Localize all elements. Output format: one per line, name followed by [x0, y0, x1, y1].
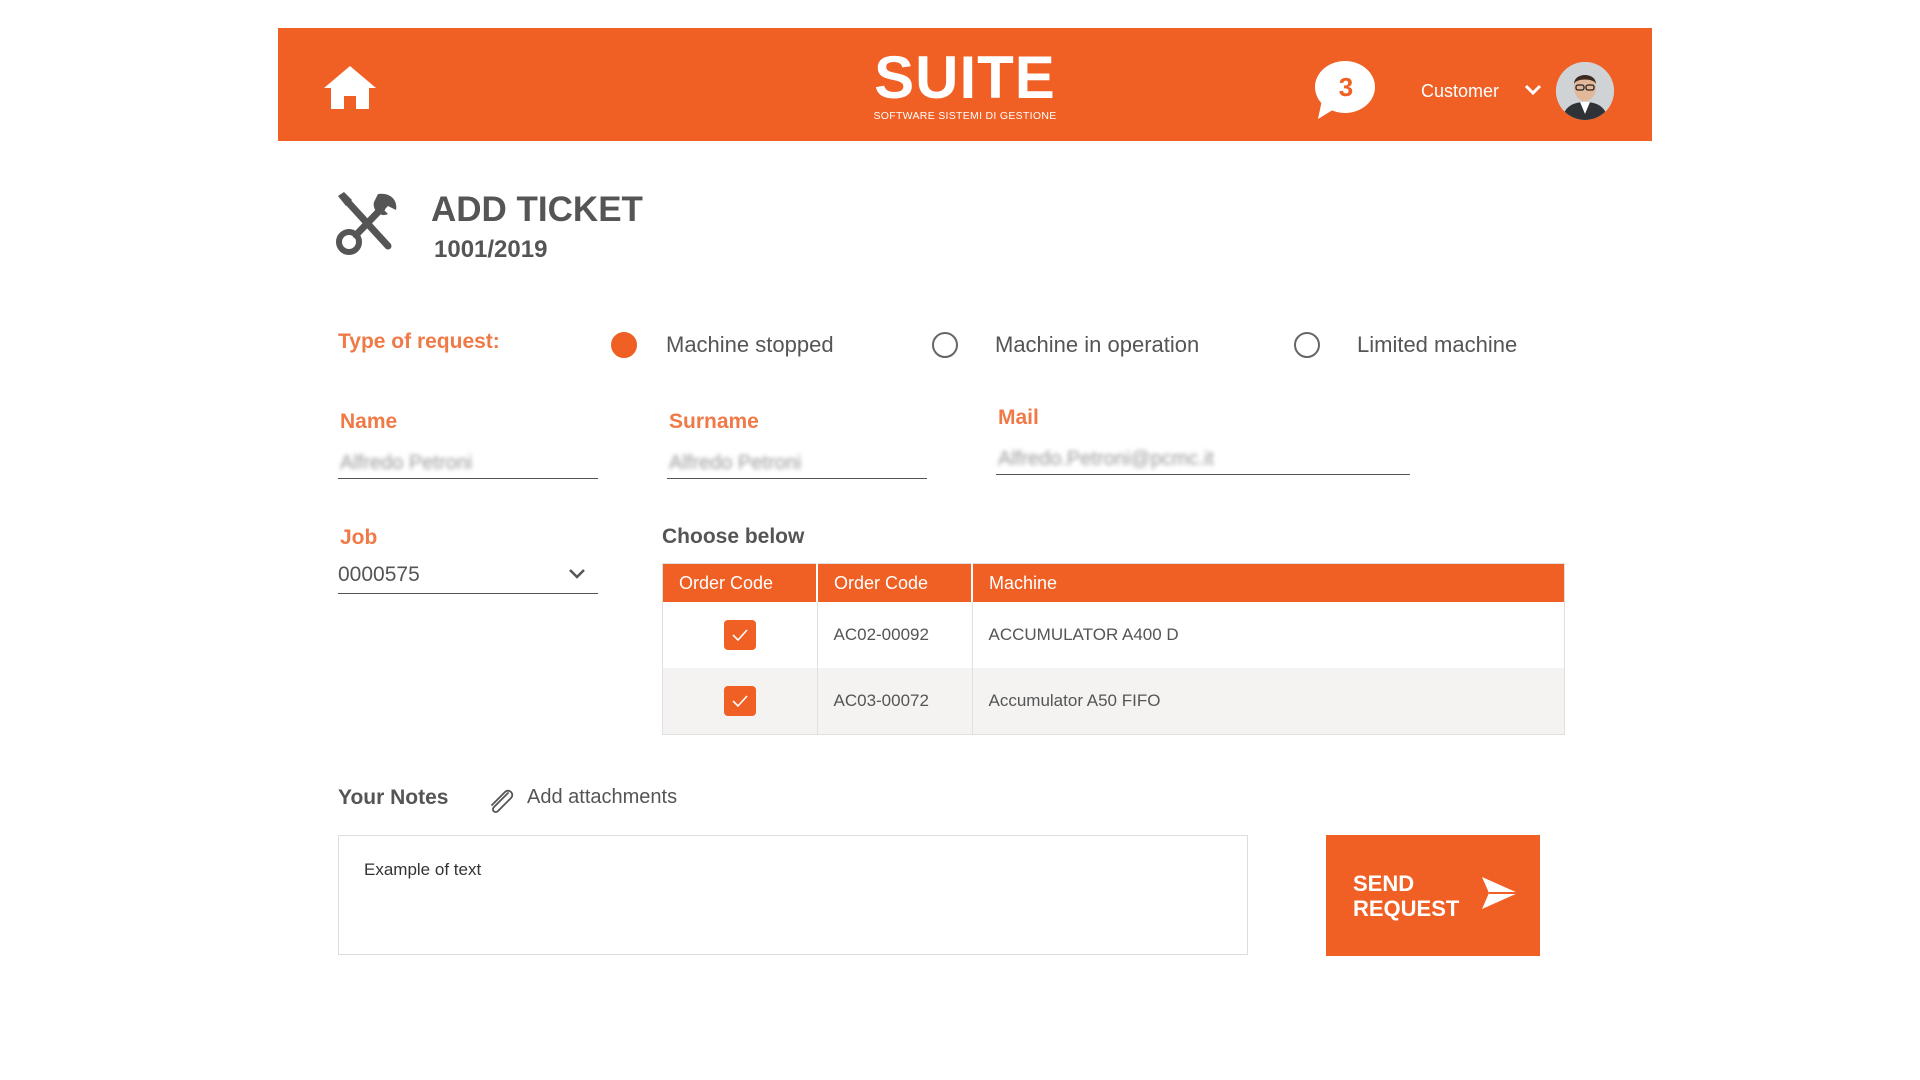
name-underline	[338, 478, 598, 479]
paperclip-icon[interactable]	[484, 785, 516, 817]
table-header-row: Order Code Order Code Machine	[662, 563, 1565, 602]
table-row: AC03-00072 Accumulator A50 FIFO	[662, 668, 1565, 735]
checkmark-icon	[732, 695, 748, 708]
choose-below-heading: Choose below	[662, 525, 805, 548]
name-label: Name	[340, 410, 398, 433]
send-request-label: SEND REQUEST	[1353, 871, 1473, 921]
column-header-order-code: Order Code	[817, 563, 973, 602]
checkmark-icon	[732, 629, 748, 642]
avatar-portrait-icon	[1556, 62, 1614, 120]
row-checkbox[interactable]	[723, 620, 756, 650]
radio-limited-machine[interactable]	[1294, 332, 1320, 358]
send-request-button[interactable]: SEND REQUEST	[1326, 835, 1540, 956]
suite-logo[interactable]: SUITE SOFTWARE SISTEMI DI GESTIONE	[872, 44, 1058, 123]
notification-count: 3	[1338, 72, 1354, 102]
table-cell-checkbox	[662, 668, 818, 735]
chevron-down-icon[interactable]	[1524, 84, 1542, 96]
job-select[interactable]: 0000575	[338, 563, 420, 587]
job-underline	[338, 593, 598, 594]
mail-underline	[996, 474, 1410, 475]
home-icon[interactable]	[322, 64, 378, 110]
radio-label-limited-machine[interactable]: Limited machine	[1357, 332, 1517, 358]
page-title: ADD TICKET	[431, 190, 643, 229]
table-cell-machine: Accumulator A50 FIFO	[972, 668, 1565, 735]
send-icon	[1482, 877, 1518, 909]
send-label-line-2: REQUEST	[1353, 896, 1460, 921]
add-attachments-link[interactable]: Add attachments	[527, 786, 677, 809]
send-label-line-1: SEND	[1353, 871, 1415, 896]
machines-table: Order Code Order Code Machine AC02-00092…	[662, 563, 1565, 735]
table-cell-order-code: AC03-00072	[817, 668, 973, 735]
user-menu-label[interactable]: Customer	[1421, 81, 1499, 102]
table-cell-order-code: AC02-00092	[817, 602, 973, 668]
column-header-select: Order Code	[662, 563, 818, 602]
row-checkbox[interactable]	[723, 686, 756, 716]
column-header-machine: Machine	[972, 563, 1565, 602]
chevron-down-icon[interactable]	[568, 568, 586, 580]
avatar[interactable]	[1556, 62, 1614, 120]
radio-label-machine-stopped[interactable]: Machine stopped	[666, 332, 834, 358]
table-row: AC02-00092 ACCUMULATOR A400 D	[662, 602, 1565, 668]
mail-label: Mail	[998, 406, 1039, 429]
surname-underline	[667, 478, 927, 479]
ticket-number: 1001/2019	[434, 236, 548, 263]
logo-subtitle: SOFTWARE SISTEMI DI GESTIONE	[873, 110, 1057, 122]
radio-machine-in-operation[interactable]	[932, 332, 958, 358]
surname-label: Surname	[669, 410, 759, 433]
name-input[interactable]: Alfredo Petroni	[340, 452, 472, 475]
logo-title: SUITE	[874, 44, 1056, 111]
radio-machine-stopped[interactable]	[611, 332, 637, 358]
mail-input[interactable]: Alfredo.Petroni@pcmc.it	[998, 448, 1214, 471]
table-cell-checkbox	[662, 602, 818, 668]
tools-icon	[336, 192, 397, 255]
notes-textarea[interactable]: Example of text	[338, 835, 1248, 955]
radio-label-machine-in-operation[interactable]: Machine in operation	[995, 332, 1199, 358]
surname-input[interactable]: Alfredo Petroni	[669, 452, 801, 475]
table-cell-machine: ACCUMULATOR A400 D	[988, 625, 1179, 644]
request-type-label: Type of request:	[338, 330, 500, 353]
app-header: SUITE SOFTWARE SISTEMI DI GESTIONE 3 Cus…	[278, 28, 1652, 141]
job-label: Job	[340, 526, 378, 549]
notes-label: Your Notes	[338, 786, 449, 809]
